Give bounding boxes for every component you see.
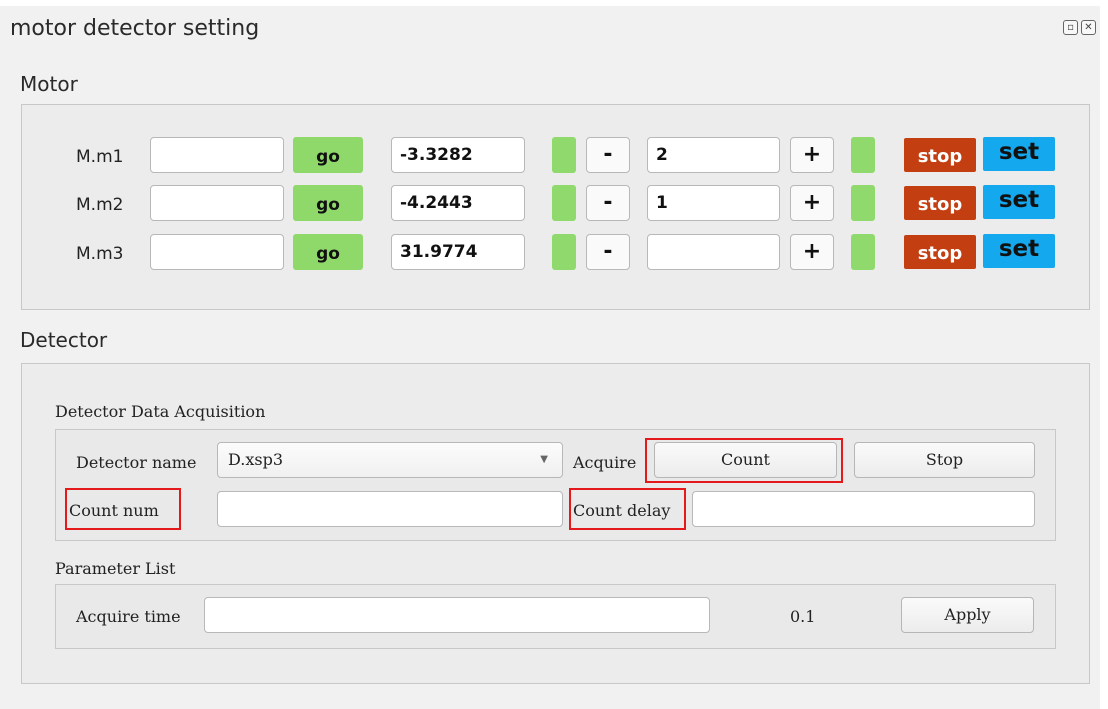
close-icon[interactable]: ✕ [1081, 20, 1096, 35]
motor-name: M.m2 [76, 195, 124, 215]
motor-name: M.m3 [76, 244, 124, 264]
acquire-label: Acquire [573, 453, 637, 472]
step-input[interactable]: 2 [647, 137, 780, 173]
go-button[interactable]: go [293, 137, 363, 173]
detector-name-select[interactable]: D.xsp3 ▼ [217, 442, 563, 478]
motor-name: M.m1 [76, 147, 124, 167]
plus-button[interactable]: + [790, 137, 834, 173]
count-num-highlight-box [65, 488, 181, 530]
motor-row: M.m3 go 31.9774 - + stop set [22, 234, 1089, 276]
apply-button[interactable]: Apply [901, 597, 1034, 633]
acquire-time-label: Acquire time [76, 607, 181, 626]
motor-position-readout: -3.3282 [391, 137, 525, 173]
minus-button[interactable]: - [586, 137, 630, 173]
motor-group: M.m1 go -3.3282 - 2 + stop set M.m2 go -… [21, 104, 1090, 310]
stop-acquire-button[interactable]: Stop [854, 442, 1035, 478]
chevron-down-icon: ▼ [540, 454, 548, 465]
window-title: motor detector setting [10, 16, 260, 41]
count-num-input[interactable] [217, 491, 563, 527]
acquisition-group: Detector name D.xsp3 ▼ Acquire Count Sto… [55, 429, 1056, 541]
float-icon[interactable]: ▫ [1063, 20, 1078, 35]
motor-section-label: Motor [20, 72, 78, 96]
motor-target-input[interactable] [150, 185, 284, 221]
go-button[interactable]: go [293, 185, 363, 221]
count-highlight-box [645, 438, 843, 483]
minus-button[interactable]: - [586, 185, 630, 221]
motor-target-input[interactable] [150, 137, 284, 173]
step-input[interactable] [647, 234, 780, 270]
motor-row: M.m2 go -4.2443 - 1 + stop set [22, 185, 1089, 227]
motor-row: M.m1 go -3.3282 - 2 + stop set [22, 137, 1089, 179]
acquisition-title: Detector Data Acquisition [55, 402, 266, 421]
status-indicator [851, 185, 875, 221]
motor-position-readout: 31.9774 [391, 234, 525, 270]
set-button[interactable]: set [983, 185, 1055, 219]
stop-button[interactable]: stop [904, 186, 976, 220]
step-input[interactable]: 1 [647, 185, 780, 221]
plus-button[interactable]: + [790, 185, 834, 221]
detector-name-value: D.xsp3 [228, 450, 283, 469]
set-button[interactable]: set [983, 234, 1055, 268]
motor-target-input[interactable] [150, 234, 284, 270]
count-delay-input[interactable] [692, 491, 1035, 527]
stop-button[interactable]: stop [904, 235, 976, 269]
status-indicator [552, 234, 576, 270]
status-indicator [851, 137, 875, 173]
count-delay-highlight-box [569, 488, 686, 530]
stop-button[interactable]: stop [904, 138, 976, 172]
acquire-time-input[interactable] [204, 597, 710, 633]
motor-position-readout: -4.2443 [391, 185, 525, 221]
status-indicator [552, 137, 576, 173]
window-controls: ▫ ✕ [1063, 20, 1096, 35]
detector-group: Detector Data Acquisition Detector name … [21, 363, 1090, 684]
plus-button[interactable]: + [790, 234, 834, 270]
detector-name-label: Detector name [76, 453, 197, 472]
minus-button[interactable]: - [586, 234, 630, 270]
acquire-time-value: 0.1 [790, 607, 816, 626]
status-indicator [851, 234, 875, 270]
parameter-list-title: Parameter List [55, 559, 176, 578]
detector-section-label: Detector [20, 328, 108, 352]
parameter-group: Acquire time 0.1 Apply [55, 584, 1056, 649]
go-button[interactable]: go [293, 234, 363, 270]
status-indicator [552, 185, 576, 221]
set-button[interactable]: set [983, 137, 1055, 171]
